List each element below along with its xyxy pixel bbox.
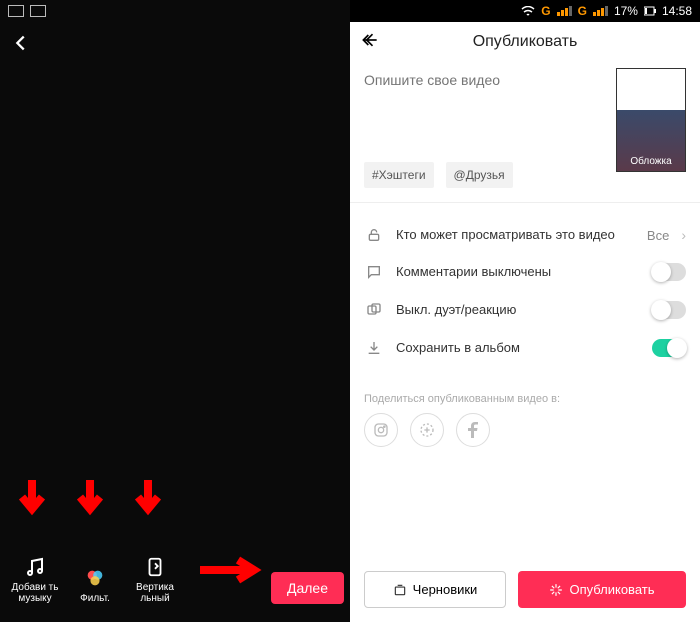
status-bar: G G 17% 14:58: [350, 0, 700, 22]
setting-label: Сохранить в альбом: [396, 340, 640, 356]
duet-row: Выкл. дуэт/реакцию: [364, 291, 686, 329]
comment-icon: [364, 264, 384, 280]
add-music-button[interactable]: Добави ть музыку: [6, 554, 64, 604]
tool-label: Вертика льный: [126, 582, 184, 604]
comments-toggle[interactable]: [652, 263, 686, 281]
privacy-row[interactable]: Кто может просматривать это видео Все ›: [364, 217, 686, 253]
filters-button[interactable]: Фильт.: [66, 565, 124, 604]
editor-toolbar: Добави ть музыку Фильт. Вертика льный Да…: [0, 554, 350, 604]
setting-label: Выкл. дуэт/реакцию: [396, 302, 640, 318]
comments-row: Комментарии выключены: [364, 253, 686, 291]
button-label: Черновики: [413, 582, 478, 597]
setting-label: Комментарии выключены: [396, 264, 640, 280]
wifi-icon: [521, 6, 535, 16]
footer: Черновики Опубликовать: [364, 571, 686, 608]
download-icon: [364, 340, 384, 356]
tool-label: Фильт.: [80, 593, 110, 604]
signal-icon: [557, 6, 572, 16]
share-label: Поделиться опубликованным видео в:: [364, 393, 686, 405]
setting-value: Все: [647, 228, 669, 243]
filters-icon: [82, 565, 108, 591]
setting-label: Кто может просматривать это видео: [396, 227, 635, 243]
chevron-right-icon: ›: [681, 227, 686, 243]
sparkle-icon: [549, 583, 563, 597]
hashtags-button[interactable]: #Хэштеги: [364, 162, 434, 188]
network-g: G: [578, 4, 587, 18]
vertical-icon: [142, 554, 168, 580]
clock: 14:58: [662, 4, 692, 18]
story-icon[interactable]: [410, 413, 444, 447]
lock-icon: [364, 227, 384, 243]
next-button[interactable]: Далее: [271, 572, 344, 604]
duet-icon: [364, 302, 384, 318]
header: Опубликовать: [350, 22, 700, 62]
drafts-button[interactable]: Черновики: [364, 571, 506, 608]
publish-button[interactable]: Опубликовать: [518, 571, 686, 608]
save-toggle[interactable]: [652, 339, 686, 357]
friends-button[interactable]: @Друзья: [446, 162, 513, 188]
status-icon: [8, 5, 24, 17]
vertical-button[interactable]: Вертика льный: [126, 554, 184, 604]
save-row: Сохранить в альбом: [364, 329, 686, 367]
status-icon: [30, 5, 46, 17]
back-button[interactable]: [360, 30, 380, 56]
drafts-icon: [393, 583, 407, 597]
cover-label: Обложка: [617, 156, 685, 167]
music-icon: [22, 554, 48, 580]
page-title: Опубликовать: [473, 33, 578, 51]
cover-button[interactable]: Обложка: [616, 68, 686, 172]
description-input[interactable]: [364, 68, 608, 92]
publish-screen: G G 17% 14:58 Опубликовать #Хэштеги @Дру…: [350, 0, 700, 622]
duet-toggle[interactable]: [652, 301, 686, 319]
signal-icon: [593, 6, 608, 16]
editor-screen: Добави ть музыку Фильт. Вертика льный Да…: [0, 0, 350, 622]
share-row: [364, 413, 686, 447]
status-bar: [0, 0, 350, 22]
back-button[interactable]: [10, 32, 32, 60]
facebook-icon[interactable]: [456, 413, 490, 447]
network-g: G: [541, 4, 550, 18]
battery-pct: 17%: [614, 4, 638, 18]
button-label: Опубликовать: [569, 582, 654, 597]
battery-icon: [644, 6, 656, 16]
instagram-icon[interactable]: [364, 413, 398, 447]
tool-label: Добави ть музыку: [6, 582, 64, 604]
